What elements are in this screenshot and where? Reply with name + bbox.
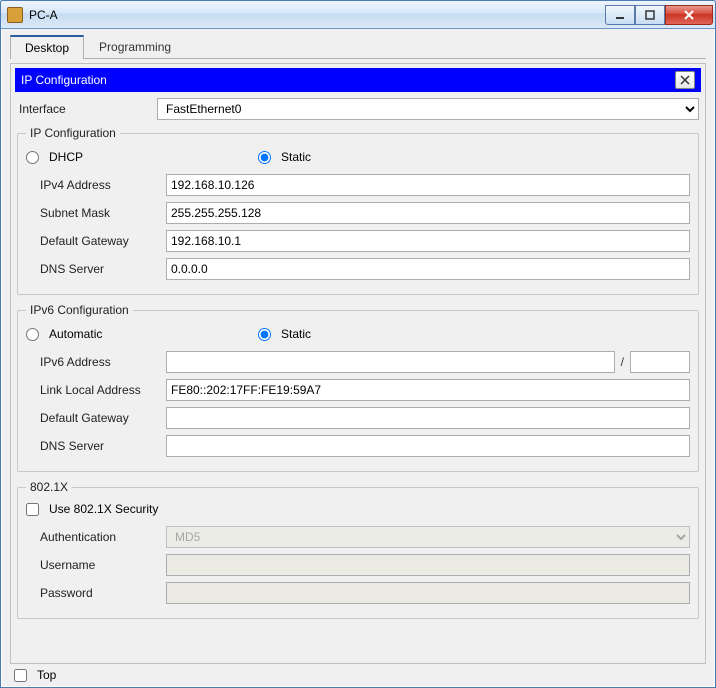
ipv6-address-label: IPv6 Address bbox=[26, 355, 166, 369]
ipv6-slash: / bbox=[621, 355, 624, 369]
ipv6-gateway-label: Default Gateway bbox=[26, 411, 166, 425]
default-gateway-label: Default Gateway bbox=[26, 234, 166, 248]
top-checkbox-label[interactable]: Top bbox=[14, 668, 56, 682]
minimize-button[interactable] bbox=[605, 5, 635, 25]
dhcp-radio-label[interactable]: DHCP bbox=[26, 150, 252, 164]
interface-select[interactable]: FastEthernet0 bbox=[157, 98, 699, 120]
client-area: Desktop Programming IP Configuration Int… bbox=[1, 29, 715, 687]
config-panel: IP Configuration Interface FastEthernet0… bbox=[10, 63, 706, 664]
dot1x-fieldset: 802.1X Use 802.1X Security Authenticatio… bbox=[17, 480, 699, 619]
ipv6-legend: IPv6 Configuration bbox=[26, 303, 133, 317]
default-gateway-input[interactable] bbox=[166, 230, 690, 252]
subnet-mask-label: Subnet Mask bbox=[26, 206, 166, 220]
subnet-mask-input[interactable] bbox=[166, 202, 690, 224]
ipv4-legend: IP Configuration bbox=[26, 126, 120, 140]
dhcp-radio[interactable] bbox=[26, 151, 39, 164]
panel-close-button[interactable] bbox=[675, 71, 695, 89]
ipv6-static-radio[interactable] bbox=[258, 328, 271, 341]
password-label: Password bbox=[26, 586, 166, 600]
ipv6-static-radio-label[interactable]: Static bbox=[258, 327, 311, 341]
tab-desktop[interactable]: Desktop bbox=[10, 35, 84, 59]
auth-label: Authentication bbox=[26, 530, 166, 544]
window-title: PC-A bbox=[29, 8, 605, 22]
titlebar[interactable]: PC-A bbox=[1, 1, 715, 29]
dns-server-label: DNS Server bbox=[26, 262, 166, 276]
password-input[interactable] bbox=[166, 582, 690, 604]
ipv4-address-label: IPv4 Address bbox=[26, 178, 166, 192]
ipv4-address-input[interactable] bbox=[166, 174, 690, 196]
ipv6-dns-input[interactable] bbox=[166, 435, 690, 457]
panel-header: IP Configuration bbox=[15, 68, 701, 92]
ipv4-fieldset: IP Configuration DHCP Static IPv4 Addres… bbox=[17, 126, 699, 295]
tab-programming[interactable]: Programming bbox=[84, 35, 186, 58]
interface-label: Interface bbox=[17, 102, 157, 116]
maximize-button[interactable] bbox=[635, 5, 665, 25]
top-checkbox[interactable] bbox=[14, 669, 27, 682]
auth-select[interactable]: MD5 bbox=[166, 526, 690, 548]
ipv6-prefix-input[interactable] bbox=[630, 351, 690, 373]
app-window: PC-A Desktop Programming IP Configuratio… bbox=[0, 0, 716, 688]
ipv6-auto-radio[interactable] bbox=[26, 328, 39, 341]
ipv6-fieldset: IPv6 Configuration Automatic Static IPv6… bbox=[17, 303, 699, 472]
ipv6-address-input[interactable] bbox=[166, 351, 615, 373]
username-label: Username bbox=[26, 558, 166, 572]
static-radio-label[interactable]: Static bbox=[258, 150, 311, 164]
dns-server-input[interactable] bbox=[166, 258, 690, 280]
panel-title: IP Configuration bbox=[21, 73, 107, 87]
app-icon bbox=[7, 7, 23, 23]
ipv6-dns-label: DNS Server bbox=[26, 439, 166, 453]
use-8021x-checkbox[interactable] bbox=[26, 503, 39, 516]
ipv6-gateway-input[interactable] bbox=[166, 407, 690, 429]
bottom-bar: Top bbox=[10, 664, 706, 682]
dot1x-legend: 802.1X bbox=[26, 480, 72, 494]
ipv6-auto-radio-label[interactable]: Automatic bbox=[26, 327, 252, 341]
link-local-label: Link Local Address bbox=[26, 383, 166, 397]
tabstrip: Desktop Programming bbox=[10, 35, 706, 59]
use-8021x-label[interactable]: Use 802.1X Security bbox=[26, 502, 690, 516]
link-local-input[interactable] bbox=[166, 379, 690, 401]
static-radio[interactable] bbox=[258, 151, 271, 164]
username-input[interactable] bbox=[166, 554, 690, 576]
close-button[interactable] bbox=[665, 5, 713, 25]
